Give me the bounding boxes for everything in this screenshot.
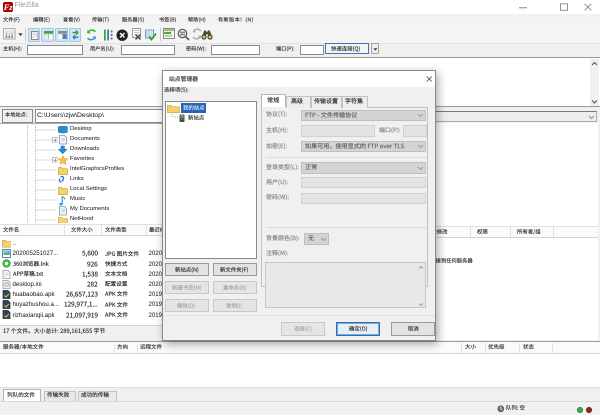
svg-text:Fz: Fz bbox=[3, 2, 13, 12]
